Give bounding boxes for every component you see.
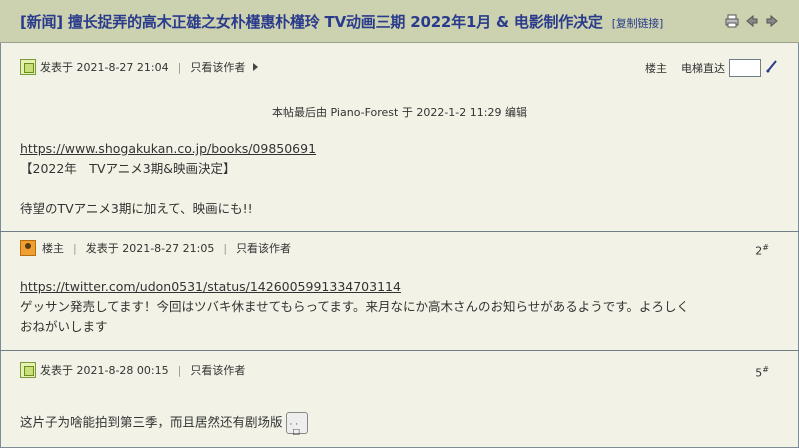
edited-note: 本帖最后由 Piano-Forest 于 2022-1-2 11:29 编辑 — [272, 106, 527, 119]
online-status-icon — [20, 362, 36, 378]
thread-header: [新闻] 擅长捉弄的高木正雄之女朴槿惠朴槿玲 TV动画三期 2022年1月 & … — [0, 0, 799, 43]
divider: | — [177, 363, 182, 377]
post-2-time: 发表于 2021-8-27 21:05 — [85, 242, 215, 255]
owner-link[interactable]: 楼主 — [645, 60, 667, 76]
jump-go-icon[interactable] — [765, 58, 779, 77]
thread-title-text: [新闻] 擅长捉弄的高木正雄之女朴槿惠朴槿玲 TV动画三期 2022年1月 & … — [20, 13, 603, 31]
post-separator — [0, 231, 799, 232]
post-tools: 楼主 电梯直达 — [645, 58, 779, 77]
post-1-time: 发表于 2021-8-27 21:04 — [40, 61, 169, 74]
divider: | — [177, 60, 182, 74]
jump-label: 电梯直达 — [681, 61, 725, 75]
post-3-only-author[interactable]: 只看该作者 — [190, 362, 245, 378]
post-1-meta: 发表于 2021-8-27 21:04 | 只看该作者 — [20, 59, 259, 75]
post-3-time: 发表于 2021-8-28 00:15 — [40, 364, 169, 377]
post-2-line-1: ゲッサン発売してます！今回はツバキ休ませてもらってます。来月なにか高木さんのお知… — [20, 299, 690, 314]
post-1-line-2: 待望のTVアニメ3期に加えて、映画にも!! — [20, 201, 253, 216]
post-2-content: https://twitter.com/udon0531/status/1426… — [20, 277, 689, 337]
chevron-right-icon[interactable] — [253, 63, 259, 71]
post-1-line-1: 【2022年 TVアニメ3期&映画決定】 — [20, 161, 236, 176]
jump-floor-input[interactable] — [729, 58, 761, 77]
post-1-link[interactable]: https://www.shogakukan.co.jp/books/09850… — [20, 141, 316, 156]
owner-badge: 楼主 — [42, 242, 64, 255]
post-3-floor[interactable]: 5# — [755, 365, 769, 380]
post-2-only-author[interactable]: 只看该作者 — [236, 240, 291, 256]
post-1-content: https://www.shogakukan.co.jp/books/09850… — [20, 139, 316, 219]
post-3-meta: 发表于 2021-8-28 00:15 | 只看该作者 — [20, 362, 245, 378]
next-icon[interactable] — [765, 13, 779, 28]
post-1-only-author[interactable]: 只看该作者 — [190, 59, 245, 75]
prev-icon[interactable] — [745, 13, 759, 28]
post-3-content: 这片子为啥能拍到第三季，而且居然还有剧场版 — [20, 412, 308, 442]
online-status-icon — [20, 59, 36, 75]
post-2-line-2: おねがいします — [20, 319, 108, 334]
emoticon-icon — [285, 412, 308, 442]
post-2-floor[interactable]: 2# — [755, 243, 769, 258]
print-icon[interactable] — [725, 13, 739, 28]
floor-mark: # — [762, 243, 769, 252]
post-2-meta: 楼主 | 发表于 2021-8-27 21:05 | 只看该作者 — [20, 240, 291, 256]
user-icon — [20, 240, 36, 256]
floor-mark: # — [762, 365, 769, 374]
divider: | — [223, 241, 228, 255]
divider: | — [73, 241, 77, 255]
post-3-line-1: 这片子为啥能拍到第三季，而且居然还有剧场版 — [20, 414, 283, 430]
post-2-link[interactable]: https://twitter.com/udon0531/status/1426… — [20, 279, 401, 294]
copy-link[interactable]: [复制链接] — [612, 17, 664, 30]
post-separator — [0, 350, 799, 351]
thread-title: [新闻] 擅长捉弄的高木正雄之女朴槿惠朴槿玲 TV动画三期 2022年1月 & … — [20, 11, 663, 32]
